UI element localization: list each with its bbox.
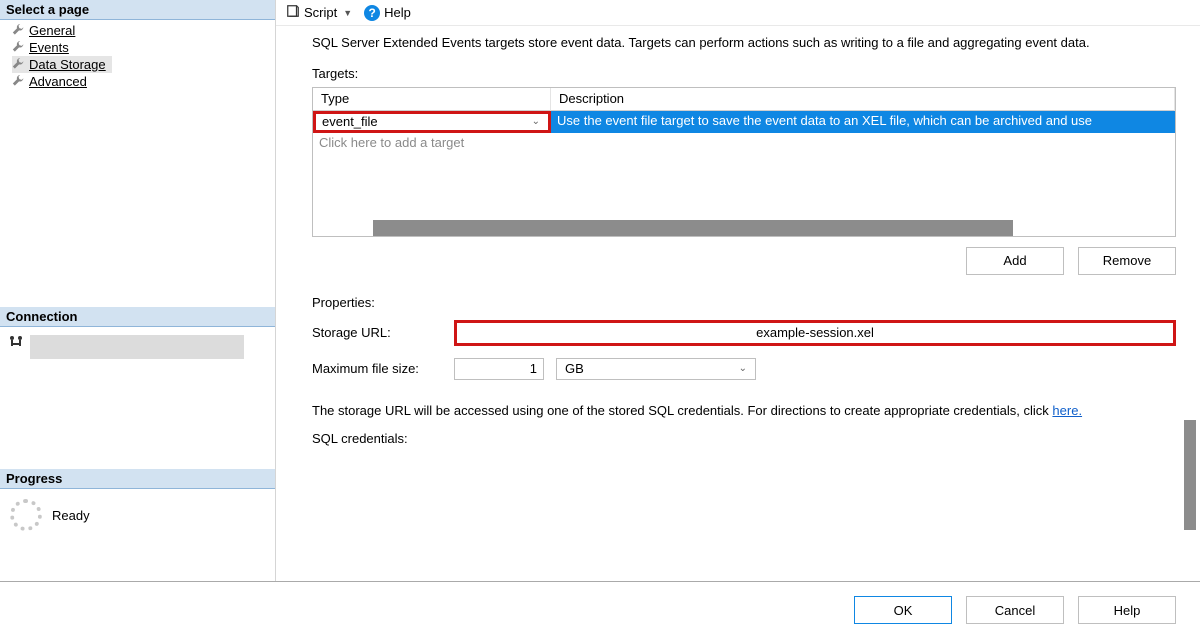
max-file-size-input[interactable]: 1	[454, 358, 544, 380]
sidebar-item-data-storage[interactable]: Data Storage	[12, 56, 112, 73]
grid-header-description[interactable]: Description	[551, 88, 1175, 111]
target-description: Use the event file target to save the ev…	[551, 111, 1175, 133]
targets-label: Targets:	[312, 66, 1176, 81]
chevron-down-icon: ▼	[343, 8, 352, 18]
sidebar-item-events[interactable]: Events	[12, 39, 275, 56]
target-type-value: event_file	[322, 114, 378, 129]
progress-header: Progress	[0, 469, 275, 489]
ok-button[interactable]: OK	[854, 596, 952, 624]
progress-spinner-icon	[10, 499, 42, 531]
add-target-placeholder[interactable]: Click here to add a target	[313, 133, 551, 155]
cancel-button[interactable]: Cancel	[966, 596, 1064, 624]
wrench-icon	[12, 41, 25, 54]
connection-icon	[8, 335, 24, 354]
credentials-note: The storage URL will be accessed using o…	[312, 402, 1176, 420]
help-button[interactable]: ? Help	[360, 4, 415, 22]
grid-header-type[interactable]: Type	[313, 88, 551, 111]
script-icon	[286, 4, 300, 21]
wrench-icon	[12, 24, 25, 37]
scrollbar-thumb[interactable]	[373, 220, 1013, 236]
wrench-icon	[12, 75, 25, 88]
targets-grid: Type Description event_file ⌄ Use the ev…	[312, 87, 1176, 237]
progress-section: Ready	[0, 489, 275, 541]
sidebar-item-general[interactable]: General	[12, 22, 275, 39]
connection-value	[30, 335, 244, 359]
table-row[interactable]: event_file ⌄ Use the event file target t…	[313, 111, 1175, 133]
page-nav-list: General Events Data Storage	[0, 20, 275, 96]
wrench-icon	[12, 58, 25, 71]
main-panel: Script ▼ ? Help SQL Server Extended Even…	[276, 0, 1200, 581]
grid-horizontal-scrollbar[interactable]	[313, 220, 1175, 236]
progress-status: Ready	[52, 508, 90, 523]
sidebar-item-label: Advanced	[29, 74, 87, 89]
script-button[interactable]: Script ▼	[282, 3, 356, 22]
chevron-down-icon: ⌄	[532, 116, 540, 127]
add-button[interactable]: Add	[966, 247, 1064, 275]
connection-section	[0, 327, 275, 379]
credentials-note-text: The storage URL will be accessed using o…	[312, 403, 1052, 418]
intro-text: SQL Server Extended Events targets store…	[312, 34, 1176, 52]
sidebar-item-label: Events	[29, 40, 69, 55]
toolbar: Script ▼ ? Help	[276, 0, 1200, 26]
chevron-down-icon: ⌄	[739, 363, 747, 374]
max-file-size-value: 1	[530, 361, 537, 376]
storage-url-input[interactable]: example-session.xel	[454, 320, 1176, 346]
sidebar: Select a page General Events	[0, 0, 276, 581]
help-label: Help	[384, 5, 411, 20]
max-file-size-unit-value: GB	[565, 361, 584, 376]
help-footer-button[interactable]: Help	[1078, 596, 1176, 624]
select-page-header: Select a page	[0, 0, 275, 20]
table-row-placeholder[interactable]: Click here to add a target	[313, 133, 1175, 155]
sidebar-item-advanced[interactable]: Advanced	[12, 73, 275, 90]
connection-header: Connection	[0, 307, 275, 327]
script-label: Script	[304, 5, 337, 20]
vertical-scrollbar[interactable]	[1184, 420, 1196, 530]
max-file-size-unit-select[interactable]: GB ⌄	[556, 358, 756, 380]
properties-label: Properties:	[312, 295, 1176, 310]
help-icon: ?	[364, 5, 380, 21]
storage-url-value: example-session.xel	[756, 325, 874, 340]
target-type-select[interactable]: event_file ⌄	[313, 111, 551, 133]
storage-url-label: Storage URL:	[312, 325, 442, 340]
remove-button[interactable]: Remove	[1078, 247, 1176, 275]
dialog-footer: OK Cancel Help	[0, 582, 1200, 638]
sidebar-item-label: Data Storage	[29, 57, 106, 72]
credentials-help-link[interactable]: here.	[1052, 403, 1082, 418]
max-file-size-label: Maximum file size:	[312, 361, 442, 376]
sql-credentials-label: SQL credentials:	[312, 431, 442, 446]
sidebar-item-label: General	[29, 23, 75, 38]
